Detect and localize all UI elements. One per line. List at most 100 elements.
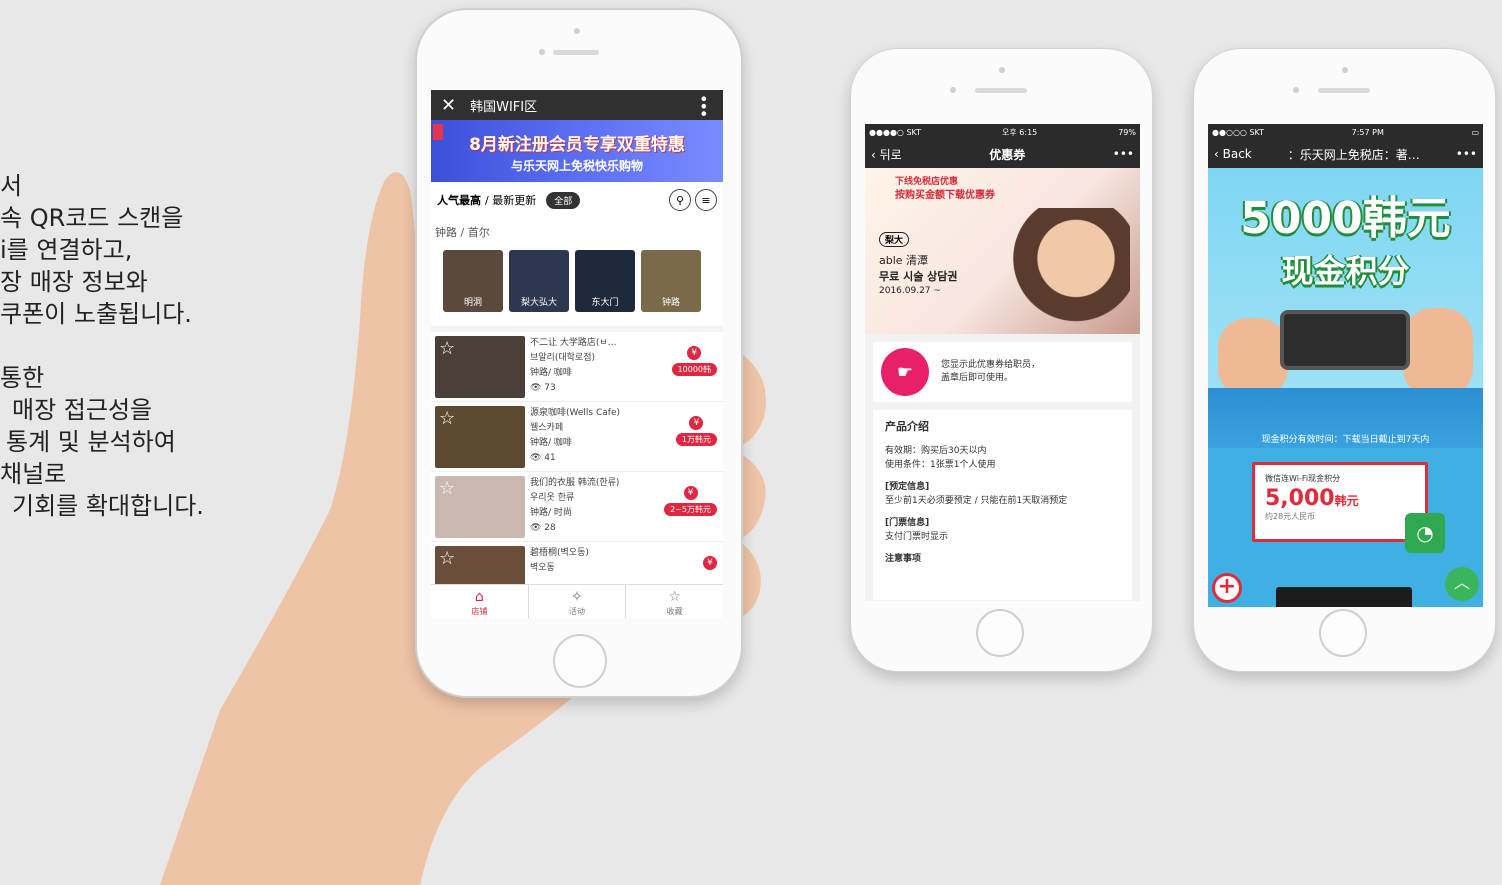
store-name-ko: 벽오동: [530, 563, 555, 573]
store-image: ☆: [435, 406, 525, 468]
store-category: 钟路/ 咖啡: [530, 438, 572, 448]
more-menu-icon[interactable]: •••: [694, 94, 713, 116]
section-title: 产品介绍: [885, 420, 929, 433]
star-icon[interactable]: ☆: [439, 408, 455, 429]
nav-item-events[interactable]: ✧ 活动: [529, 585, 627, 618]
hero-subtitle: 现金积分: [1281, 252, 1410, 290]
store-name: 源泉咖啡(Wells Cafe): [530, 408, 620, 418]
views-count: 👁 73: [530, 383, 556, 393]
star-icon[interactable]: ☆: [439, 478, 455, 499]
promo-headline: 8月新注册会员专享双重特惠: [469, 135, 685, 155]
back-button[interactable]: ‹ 뒤로: [871, 146, 902, 163]
usage-info: ☛ 您显示此优惠券给职员， 盖章后即可使用。: [873, 342, 1132, 402]
main-screen: ✕ 韩国WIFI区 ••• 8月新注册会员专享双重特惠 与乐天网上免税快乐购物 …: [431, 90, 723, 618]
camera-dot: [950, 87, 956, 93]
filter-popular[interactable]: 人气最高: [437, 192, 481, 208]
main-phone: ✕ 韩国WIFI区 ••• 8月新注册会员专享双重特惠 与乐天网上免税快乐购物 …: [415, 8, 743, 698]
home-icon: ⌂: [474, 589, 484, 605]
claim-button[interactable]: [1276, 587, 1412, 607]
validity-note: 现金积分有效时间：下载当日截止到7天内: [1208, 388, 1483, 448]
page-title: ：乐天网上免税店：著…: [1287, 147, 1420, 162]
more-icon[interactable]: •••: [1113, 147, 1134, 161]
price-badge: ¥10000韩: [671, 346, 717, 376]
list-item[interactable]: ☆ 不二让 大学路店(ㅂ… 브알리(대학로점) 钟路/ 咖啡 👁 73 ¥100…: [431, 332, 723, 402]
list-item[interactable]: ☆ 源泉咖啡(Wells Cafe) 웰스카페 钟路/ 咖啡 👁 41 ¥1万韩…: [431, 402, 723, 472]
window-title: 韩国WIFI区: [470, 99, 538, 115]
model-photo: [1010, 208, 1130, 334]
back-button[interactable]: ‹ Back: [1214, 147, 1252, 161]
card-amount: 5,000韩元: [1265, 486, 1359, 511]
yen-icon: ¥: [687, 346, 702, 360]
offer-date: 2016.09.27 ~: [879, 286, 941, 296]
store-name-ko: 우리옷 한류: [530, 493, 575, 503]
camera-dot: [574, 28, 580, 34]
yen-icon: ¥: [689, 416, 704, 430]
sensor-dot: [999, 67, 1005, 73]
home-button[interactable]: [553, 634, 607, 688]
status-bar: ●●○○○ SKT 7:57 PM ▭: [1208, 124, 1483, 140]
star-icon: ☆: [668, 589, 681, 605]
store-name-ko: 웰스카페: [530, 423, 564, 433]
filter-latest[interactable]: / 最新更新: [485, 192, 536, 208]
bottom-nav: ⌂ 店铺 ✧ 活动 ☆ 收藏: [431, 584, 723, 618]
sensor-dot: [1342, 67, 1348, 73]
close-icon[interactable]: ✕: [441, 95, 456, 116]
store-name: 我们的衣服 韩流(한류): [530, 478, 620, 488]
middle-phone: ●●●●○ SKT 오후 6:15 79% ‹ 뒤로 优惠券 ••• 下线免税店…: [850, 48, 1153, 672]
price-badge: ¥1万韩元: [675, 416, 717, 446]
gift-icon: ✧: [571, 589, 583, 605]
views-count: 👁 28: [530, 523, 556, 533]
area-thumb[interactable]: 明洞: [443, 250, 503, 312]
area-thumbnails: 明洞 梨大弘大 东大门 钟路: [431, 246, 723, 326]
filter-bar: 人气最高 / 最新更新 全部 ⚲ ≡: [431, 182, 723, 218]
phone-hand-icon: ☛: [881, 348, 929, 396]
list-menu-icon[interactable]: ≡: [695, 189, 717, 211]
offer-title: 무료 시술 상담권: [879, 270, 958, 283]
speaker: [553, 50, 599, 55]
promo-tag: [433, 124, 443, 140]
banner-headline: 按购买金额下载优惠券: [895, 190, 995, 201]
yen-icon: ¥: [683, 486, 698, 500]
star-icon[interactable]: ☆: [439, 338, 455, 359]
store-name: 碧梧桐(벽오동): [530, 548, 589, 558]
yen-icon: ¥: [703, 556, 717, 570]
coupon-banner: 下线免税店优惠 按购买金额下载优惠券 梨大 able 清潭 무료 시술 상담권 …: [865, 168, 1140, 334]
page-title: 优惠券: [989, 147, 1026, 162]
speaker: [1318, 88, 1370, 93]
camera-dot: [1293, 87, 1299, 93]
home-button[interactable]: [976, 609, 1024, 657]
nav-item-favorites[interactable]: ☆ 收藏: [626, 585, 723, 618]
hero-banner: 5000韩元 现金积分: [1208, 168, 1483, 388]
store-name: 不二让 大学路店(ㅂ…: [530, 338, 617, 348]
filter-all-button[interactable]: 全部: [546, 191, 581, 209]
price-badge: ¥2~5万韩元: [664, 486, 717, 516]
area-badge: 梨大: [879, 232, 910, 247]
promo-banner[interactable]: 8月新注册会员专享双重特惠 与乐天网上免税快乐购物: [431, 120, 723, 182]
card-rmb: 约28元人民币: [1265, 512, 1316, 521]
star-icon[interactable]: ☆: [439, 548, 455, 569]
hand-illustration: [1218, 318, 1288, 388]
list-item[interactable]: ☆ 我们的衣服 韩流(한류) 우리옷 한류 钟路/ 时尚 👁 28 ¥2~5万韩…: [431, 472, 723, 542]
speaker: [975, 88, 1027, 93]
more-icon[interactable]: •••: [1456, 147, 1477, 161]
add-icon[interactable]: +: [1212, 573, 1242, 603]
search-icon[interactable]: ⚲: [669, 189, 691, 211]
area-thumb[interactable]: 东大门: [575, 250, 635, 312]
area-thumb[interactable]: 钟路: [641, 250, 701, 312]
hand-illustration: [1403, 308, 1473, 388]
location-label: 钟路 / 首尔: [431, 218, 723, 246]
navbar: ‹ 뒤로 优惠券 •••: [865, 140, 1140, 168]
sensor-dot: [539, 49, 545, 55]
store-category: 钟路/ 咖啡: [530, 368, 572, 378]
card-label: 微信连Wi-Fi现金积分: [1265, 474, 1341, 483]
navbar: ‹ Back ：乐天网上免税店：著… •••: [1208, 140, 1483, 168]
status-bar: ●●●●○ SKT 오후 6:15 79%: [865, 124, 1140, 140]
points-screen: ●●○○○ SKT 7:57 PM ▭ ‹ Back ：乐天网上免税店：著… •…: [1208, 124, 1483, 607]
area-thumb[interactable]: 梨大弘大: [509, 250, 569, 312]
coupon-screen: ●●●●○ SKT 오후 6:15 79% ‹ 뒤로 优惠券 ••• 下线免税店…: [865, 124, 1140, 601]
nav-item-stores[interactable]: ⌂ 店铺: [431, 585, 529, 618]
points-card[interactable]: 微信连Wi-Fi现金积分 5,000韩元 约28元人民币 ◔: [1252, 462, 1445, 553]
store-image: ☆: [435, 336, 525, 398]
chevron-up-icon[interactable]: ︿: [1445, 567, 1479, 601]
home-button[interactable]: [1319, 609, 1367, 657]
